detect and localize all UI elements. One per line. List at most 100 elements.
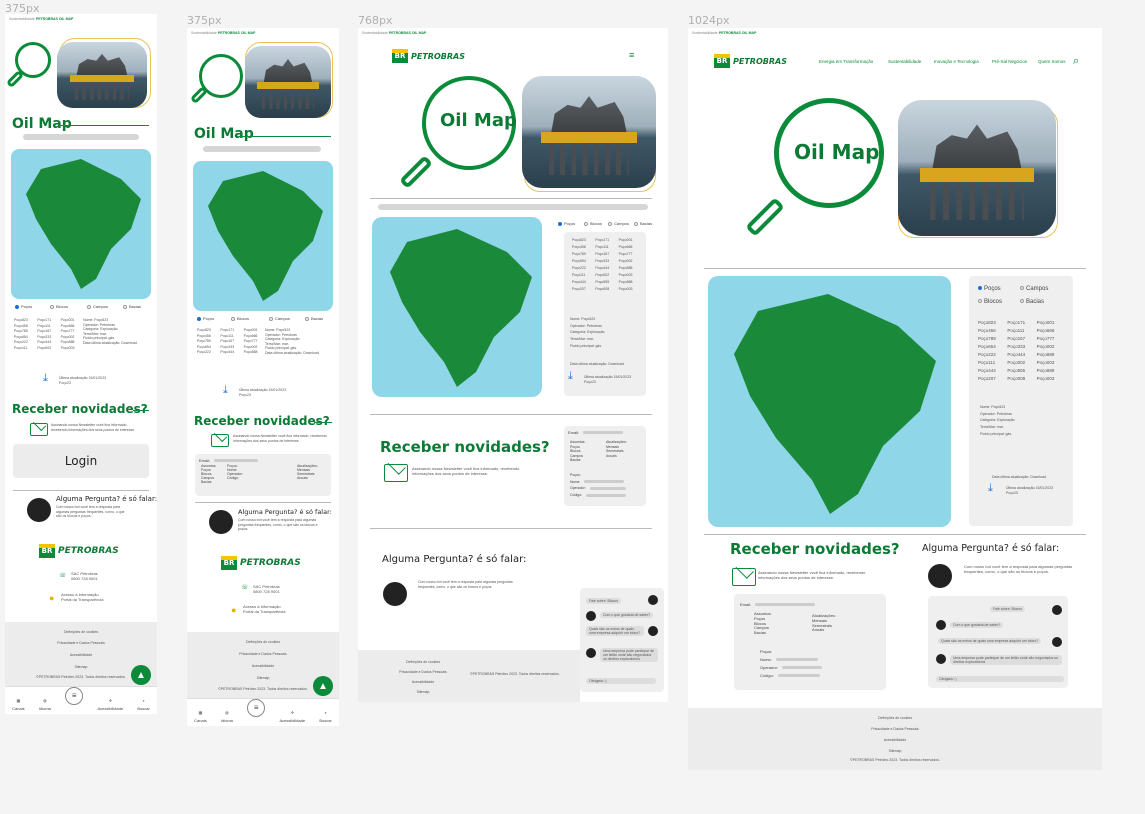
newsletter-text: Assinando nossa Newsletter você fica inf… xyxy=(412,466,520,477)
download-icon[interactable]: ⤓ xyxy=(223,384,228,397)
nav-menu[interactable]: ≡ xyxy=(247,699,266,726)
question-title: Alguma Pergunta? é só falar: xyxy=(922,543,1060,554)
download-icon[interactable]: ⤓ xyxy=(568,370,573,383)
grid-icon: ▦ xyxy=(198,710,203,715)
nav-link[interactable]: Pré-Sal Negócios xyxy=(992,59,1027,64)
last-update-label: Data última atualização: Download xyxy=(570,362,624,366)
brazil-map[interactable] xyxy=(708,276,951,527)
brazil-map[interactable] xyxy=(193,161,333,311)
mail-icon xyxy=(30,423,48,436)
search-icon[interactable]: ⌕ xyxy=(1073,55,1079,68)
footer-link[interactable]: Definições de cookies xyxy=(388,660,458,664)
magnifier-handle xyxy=(189,85,209,105)
question-text: Com nosso bot você tem a resposta para a… xyxy=(238,518,318,532)
page-title: Oil Map xyxy=(194,126,254,142)
wells-list[interactable]: Poço823 Poço171 Poço001 Poço456 Poço111 Poço… xyxy=(572,238,638,291)
search-bar[interactable] xyxy=(23,134,139,140)
bot-avatar xyxy=(209,510,233,534)
phone-icon: ☏ xyxy=(59,573,67,579)
frame-label: 1024px xyxy=(688,14,730,27)
footer-link[interactable]: Acessibilidade xyxy=(388,680,458,684)
chat-message: Quais são os meios de quais uma empresa … xyxy=(938,638,1042,644)
nav-search[interactable]: ⌕ Buscar xyxy=(137,698,149,714)
bot-avatar xyxy=(586,611,596,621)
update-info: Última atualização 15/01/2023 Poço23 xyxy=(239,388,287,397)
wells-list[interactable]: Poço823 Poço171 Poço001 Poço456 Poço111 Poço… xyxy=(14,318,80,350)
wells-list[interactable]: Poço823 Poço171 Poço001 Poço456 Poço111 Poço… xyxy=(978,320,1062,381)
nav-accessibility[interactable]: ✢ Acessibilidade xyxy=(98,698,124,714)
breadcrumb: Sustentabilidade PETROBRAS OIL MAP xyxy=(692,31,757,35)
nav-channels[interactable]: ▦ Canais xyxy=(194,710,206,726)
bot-avatar xyxy=(586,648,596,658)
nav-language[interactable]: ◍ Idioma xyxy=(39,698,51,714)
breadcrumb: Sustentabilidade PETROBRAS OIL MAP xyxy=(9,17,74,21)
nav-menu[interactable]: ≡ xyxy=(65,687,84,714)
nav-language[interactable]: ◍ Idioma xyxy=(221,710,233,726)
newsletter-title: Receber novidades? xyxy=(730,540,900,558)
download-icon[interactable]: ⤓ xyxy=(988,482,993,495)
page-title: Oil Map xyxy=(794,140,880,164)
footer-link[interactable]: Acessibilidade xyxy=(688,738,1102,742)
footer-link[interactable]: Definições de cookies xyxy=(5,630,157,634)
petrobras-logo[interactable]: BR PETROBRAS xyxy=(221,556,301,570)
access-info[interactable]: Acesso à Informação Portal da Transparênc… xyxy=(61,592,103,602)
frame-mobile-1: Sustentabilidade PETROBRAS OIL MAP Oil M… xyxy=(5,14,157,714)
search-bar[interactable] xyxy=(203,146,321,152)
mail-icon xyxy=(211,434,229,447)
footer-link[interactable]: Privacidade e Dados Pessoais xyxy=(5,641,157,645)
newsletter-form: Email: Assuntos: Poços Blocos Campos Bacias … xyxy=(564,426,646,506)
petrobras-logo[interactable]: BR PETROBRAS xyxy=(714,54,787,68)
footer-link[interactable]: Definições de cookies xyxy=(688,716,1102,720)
search-bar[interactable] xyxy=(378,204,648,210)
chat-message: Uma empresa pode participar de um leilão… xyxy=(600,648,658,662)
wells-list[interactable]: Poço823 Poço171 Poço001 Poço456 Poço111 Poço… xyxy=(197,328,263,354)
question-title: Alguma Pergunta? é só falar: xyxy=(56,495,157,503)
chat-message: Fale sobre: Blocos xyxy=(990,606,1025,612)
newsletter-title: Receber novidades? xyxy=(194,414,330,428)
user-avatar xyxy=(648,595,658,605)
nav-channels[interactable]: ▦ Canais xyxy=(12,698,24,714)
footer-link[interactable]: Privacidade e Dados Pessoais xyxy=(187,652,339,656)
nav-search[interactable]: ⌕ Buscar xyxy=(319,710,331,726)
question-title: Alguma Pergunta? é só falar: xyxy=(382,554,527,565)
menu-icon: ≡ xyxy=(65,687,84,705)
well-details: Nome: Poço523 Operador: Petrobras Categori… xyxy=(265,328,319,355)
update-info: Última atualização 15/01/2023 Poço23 xyxy=(584,375,632,384)
oil-rig-photo xyxy=(898,100,1056,236)
hamburger-menu-icon[interactable]: ≡ xyxy=(629,50,634,60)
footer-link[interactable]: Definições de cookies xyxy=(187,640,339,644)
chat-message: Com o que gostaria de saber? xyxy=(600,612,654,618)
nav-link[interactable]: Sustentabilidade xyxy=(888,59,921,64)
nav-link[interactable]: Energia em Transformação xyxy=(819,59,873,64)
bottom-nav: ▦ Canais ◍ Idioma ≡ ✢ Acessibilidade ⌕ Busca… xyxy=(5,686,157,714)
breadcrumb: Sustentabilidade PETROBRAS OIL MAP xyxy=(191,31,256,35)
bot-avatar xyxy=(27,498,51,522)
footer-link[interactable]: Privacidade e Dados Pessoais xyxy=(688,727,1102,731)
globe-icon: ◍ xyxy=(225,710,229,715)
chat-input[interactable]: Obrigado :) xyxy=(936,676,1064,682)
chat-fab-button[interactable]: ▲ xyxy=(131,665,151,685)
access-info[interactable]: Acesso à Informação Portal da Transparênc… xyxy=(243,604,285,614)
footer-link[interactable]: Acessibilidade xyxy=(5,653,157,657)
brazil-map[interactable] xyxy=(372,217,542,397)
newsletter-text: Assinando nossa Newsletter você fica inf… xyxy=(51,423,136,432)
download-icon[interactable]: ⤓ xyxy=(43,372,48,385)
nav-link[interactable]: Inovação e Tecnologia xyxy=(934,59,979,64)
petrobras-logo[interactable]: BR PETROBRAS xyxy=(39,544,119,558)
newsletter-title: Receber novidades? xyxy=(380,438,550,456)
info-icon: ● xyxy=(231,605,237,615)
footer-link[interactable]: Sitemap xyxy=(688,749,1102,753)
magnifier-handle xyxy=(399,155,433,189)
footer-link[interactable]: Sitemap xyxy=(388,690,458,694)
chat-input[interactable]: Obrigado :) xyxy=(586,678,656,684)
chat-fab-button[interactable]: ▲ xyxy=(313,676,333,696)
nav-accessibility[interactable]: ✢ Acessibilidade xyxy=(280,710,306,726)
nav-link[interactable]: Quem Somos xyxy=(1038,59,1066,64)
page-title: Oil Map xyxy=(440,110,517,131)
footer-link[interactable]: Privacidade e Dados Pessoais xyxy=(388,670,458,674)
chat-message: Com o que gostaria de saber? xyxy=(950,622,1004,628)
footer-link[interactable]: Acessibilidade xyxy=(187,664,339,668)
petrobras-logo[interactable]: BR PETROBRAS xyxy=(392,49,465,63)
brazil-map[interactable] xyxy=(11,149,151,299)
login-button[interactable]: Login xyxy=(13,444,149,478)
